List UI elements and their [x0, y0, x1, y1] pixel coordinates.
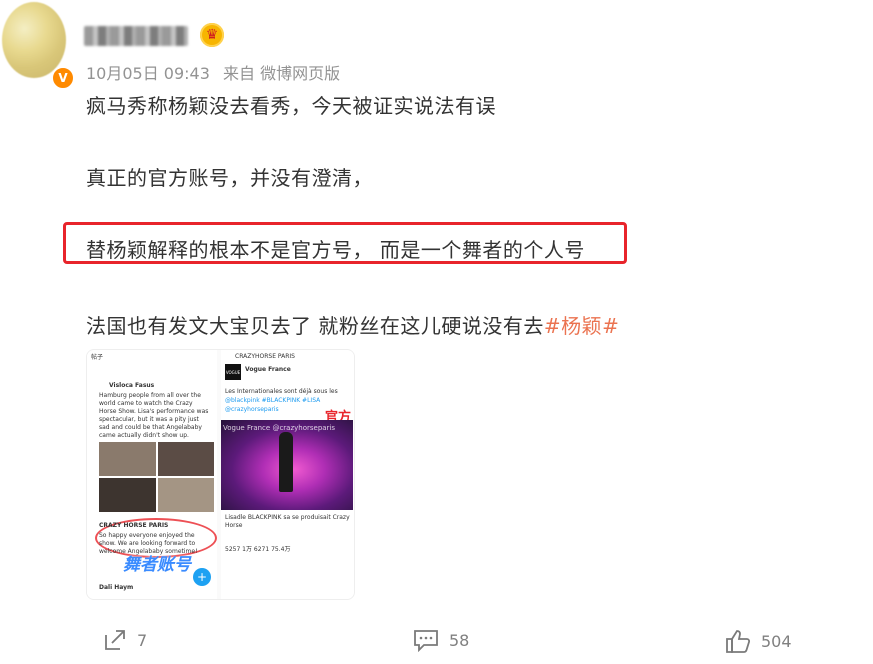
verified-badge-icon: V	[51, 66, 75, 90]
right-crazyhorse: @crazyhorseparis	[225, 406, 279, 413]
left-reply-user: CRAZY HORSE PARIS	[99, 522, 169, 529]
comment-icon	[414, 630, 438, 652]
post-actions: 7 58 504	[0, 628, 873, 658]
left-thumbnails	[99, 442, 214, 512]
hashtag-link[interactable]: #杨颖#	[544, 314, 620, 338]
share-button[interactable]: 7	[103, 628, 147, 652]
right-caption: Lisadle BLACKPINK sa se produisait Crazy…	[225, 514, 350, 529]
thumbs-up-icon	[726, 630, 751, 653]
embedded-image[interactable]: 帖子 Visloca Fasus Hamburg people from all…	[86, 349, 355, 600]
dancer-account-annotation: 舞者账号	[123, 555, 191, 575]
post-paragraph-4-text: 法国也有发文大宝贝去了 就粉丝在这儿硬说没有去	[86, 314, 544, 338]
stage-photo: Vogue France @crazyhorseparis	[221, 420, 353, 510]
right-text: Les Internationales sont déjà sous les	[225, 388, 338, 395]
right-stats: 5257 1万 6271 75.4万	[225, 546, 291, 553]
left-tweet: Hamburg people from all over the world c…	[99, 392, 209, 439]
right-watermark: Vogue France @crazyhorseparis	[223, 424, 336, 432]
crown-icon: ♛	[200, 23, 224, 47]
comment-count: 58	[449, 630, 470, 650]
post-source: 来自 微博网页版	[223, 64, 341, 83]
post-date[interactable]: 10月05日 09:43	[86, 64, 210, 83]
right-header: CRAZYHORSE PARIS	[235, 353, 295, 360]
post-paragraph-3: 替杨颖解释的根本不是官方号， 而是一个舞者的个人号	[86, 238, 585, 262]
vogue-logo-icon: VOGUE	[225, 364, 241, 380]
post-paragraph-1: 疯马秀称杨颖没去看秀，今天被证实说法有误	[86, 94, 496, 118]
share-icon	[105, 630, 125, 650]
post-paragraph-4: 法国也有发文大宝贝去了 就粉丝在这儿硬说没有去#杨颖#	[86, 310, 619, 339]
left-user: Visloca Fasus	[109, 382, 155, 389]
left-header: 帖子	[91, 354, 104, 361]
post-paragraph-2: 真正的官方账号，并没有澄清，	[86, 166, 373, 190]
right-tags: @blackpink #BLACKPINK #LISA	[225, 397, 321, 404]
right-phone-screenshot: CRAZYHORSE PARIS VOGUE Vogue France Les …	[221, 350, 354, 599]
username-blurred[interactable]	[84, 26, 188, 46]
left-phone-screenshot: 帖子 Visloca Fasus Hamburg people from all…	[87, 350, 217, 599]
right-user: Vogue France	[245, 366, 291, 373]
avatar-wrap[interactable]: V	[2, 2, 75, 90]
like-button[interactable]: 504	[725, 628, 792, 654]
performer-figure	[279, 432, 293, 492]
comment-button[interactable]: 58	[413, 628, 469, 652]
post-meta: 10月05日 09:43 来自 微博网页版	[86, 60, 348, 84]
left-third-user: Dali Haym	[99, 584, 134, 591]
share-count: 7	[137, 630, 148, 650]
like-count: 504	[761, 631, 792, 651]
compose-fab-icon: +	[193, 568, 211, 586]
